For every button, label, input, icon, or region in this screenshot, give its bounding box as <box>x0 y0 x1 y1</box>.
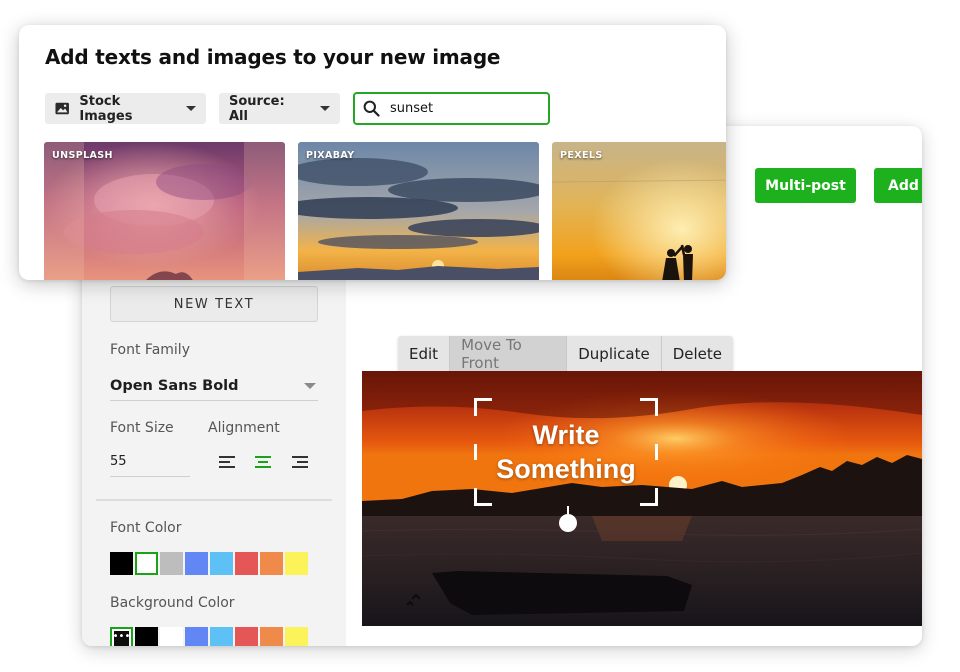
stock-panel-title: Add texts and images to your new image <box>45 45 501 69</box>
font-color-swatch[interactable] <box>185 552 208 575</box>
align-left-icon[interactable] <box>219 456 235 470</box>
duplicate-button[interactable]: Duplicate <box>567 336 662 372</box>
align-center-icon[interactable] <box>255 456 271 470</box>
background-color-swatch[interactable] <box>260 627 283 646</box>
rotate-handle[interactable] <box>559 514 577 532</box>
stock-thumbnail-pexels[interactable]: PEXELS <box>552 142 726 280</box>
align-right-icon[interactable] <box>292 456 308 470</box>
text-layer[interactable]: Write Something <box>474 398 658 506</box>
resize-handle-top-left[interactable] <box>474 398 492 416</box>
stock-images-card: Add texts and images to your new image S… <box>19 25 726 280</box>
font-color-swatch[interactable] <box>160 552 183 575</box>
more-icon: ••• <box>112 631 131 642</box>
font-size-label: Font Size <box>110 420 174 436</box>
image-search-box[interactable] <box>353 92 550 125</box>
thumbnail-image <box>298 142 539 280</box>
thumbnail-source-label: PEXELS <box>560 150 603 161</box>
canvas-text-line-2: Something <box>496 454 636 484</box>
canvas-text-line-1: Write <box>532 420 600 450</box>
add-button[interactable]: Add t <box>874 168 922 203</box>
background-color-swatches: ••• <box>110 627 310 646</box>
font-family-value: Open Sans Bold <box>110 377 239 394</box>
image-search-input[interactable] <box>390 101 530 116</box>
move-to-front-button[interactable]: Move To Front <box>450 336 568 372</box>
alignment-label: Alignment <box>208 420 280 436</box>
stock-thumbnail-unsplash[interactable]: UNSPLASH <box>44 142 285 280</box>
panel-divider <box>96 499 332 501</box>
multi-post-button[interactable]: Multi-post <box>755 168 856 203</box>
font-color-swatch[interactable] <box>260 552 283 575</box>
resize-handle-left[interactable] <box>474 444 477 460</box>
resize-handle-bottom-right[interactable] <box>640 488 658 506</box>
thumbnail-image <box>44 142 285 280</box>
edit-button[interactable]: Edit <box>398 336 451 372</box>
resize-handle-bottom-left[interactable] <box>474 488 492 506</box>
font-color-swatches <box>110 552 310 575</box>
background-color-swatch[interactable] <box>185 627 208 646</box>
background-color-swatch[interactable]: ••• <box>110 627 133 646</box>
font-color-swatch[interactable] <box>235 552 258 575</box>
background-color-label: Background Color <box>110 595 235 611</box>
resize-handle-right[interactable] <box>655 444 658 460</box>
chevron-down-icon <box>186 106 196 111</box>
font-family-label: Font Family <box>110 342 190 358</box>
stock-thumbnail-pixabay[interactable]: PIXABAY <box>298 142 539 280</box>
background-color-swatch[interactable] <box>135 627 158 646</box>
rotate-stem <box>567 506 569 514</box>
font-family-select[interactable]: Open Sans Bold <box>110 371 318 401</box>
image-source-type-value: Stock Images <box>79 93 133 124</box>
background-color-swatch[interactable] <box>160 627 183 646</box>
chevron-down-icon <box>320 106 330 111</box>
source-filter-dropdown[interactable]: Source: All <box>219 93 340 124</box>
text-toolbar: Edit Move To Front Duplicate Delete <box>398 336 733 372</box>
background-color-swatch[interactable] <box>285 627 308 646</box>
new-text-button[interactable]: NEW TEXT <box>110 286 318 322</box>
font-color-swatch[interactable] <box>135 552 158 575</box>
chevron-down-icon <box>304 382 316 389</box>
delete-button[interactable]: Delete <box>662 336 733 372</box>
image-source-type-dropdown[interactable]: Stock Images <box>45 93 206 124</box>
background-color-swatch[interactable] <box>235 627 258 646</box>
thumbnail-image <box>552 142 726 280</box>
resize-handle-top-right[interactable] <box>640 398 658 416</box>
font-color-swatch[interactable] <box>110 552 133 575</box>
thumbnail-source-label: UNSPLASH <box>52 150 113 161</box>
font-size-input[interactable]: 55 <box>110 447 190 477</box>
font-color-swatch[interactable] <box>285 552 308 575</box>
thumbnail-source-label: PIXABAY <box>306 150 355 161</box>
image-icon <box>55 102 69 115</box>
background-color-swatch[interactable] <box>210 627 233 646</box>
image-canvas[interactable]: Write Something <box>362 371 922 626</box>
source-filter-value: Source: All <box>229 93 285 124</box>
font-color-swatch[interactable] <box>210 552 233 575</box>
search-icon <box>363 100 380 117</box>
font-color-label: Font Color <box>110 520 182 536</box>
